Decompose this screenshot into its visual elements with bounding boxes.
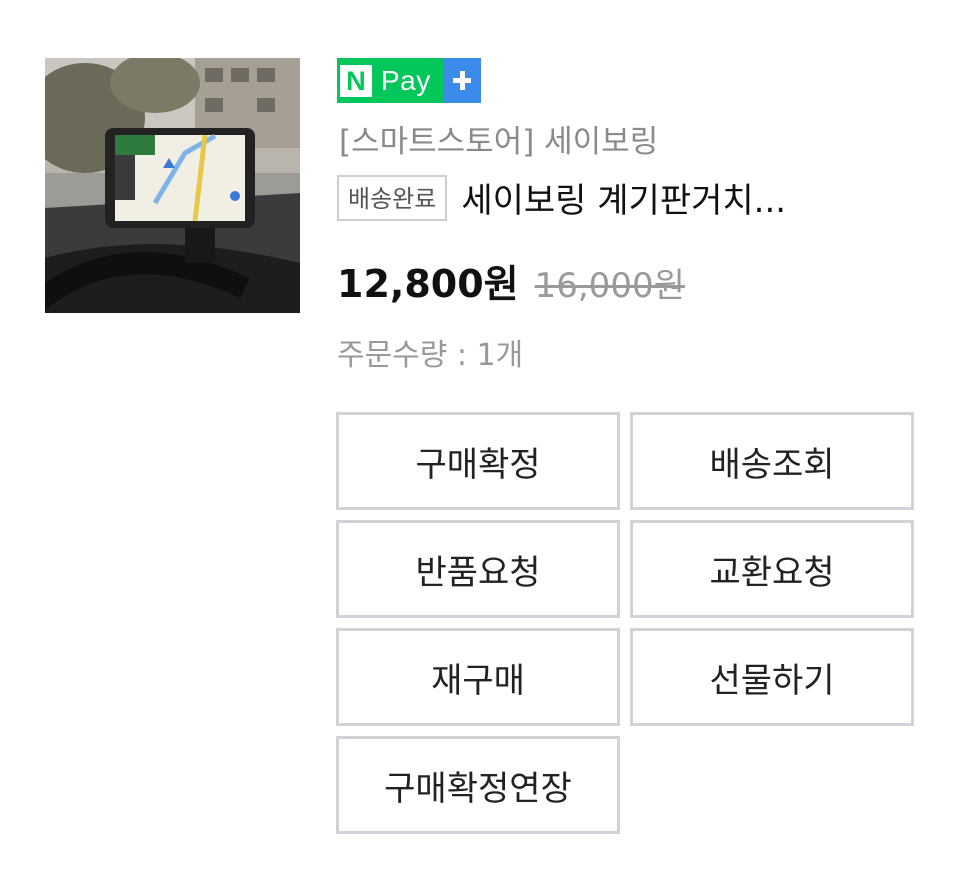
rebuy-button[interactable]: 재구매	[336, 628, 620, 726]
product-photo	[45, 58, 300, 313]
store-name[interactable]: [스마트스토어] 세이보링	[339, 116, 658, 161]
order-quantity: 주문수량 : 1개	[337, 338, 524, 373]
exchange-request-button[interactable]: 교환요청	[630, 520, 914, 618]
gift-button[interactable]: 선물하기	[630, 628, 914, 726]
plus-icon	[443, 58, 481, 103]
naver-n-logo: N	[340, 64, 372, 97]
delivery-status-badge: 배송완료	[337, 174, 448, 221]
product-title-row[interactable]: 배송완료 세이보링 계기판거치...	[337, 173, 786, 222]
confirm-purchase-button[interactable]: 구매확정	[336, 412, 620, 510]
track-delivery-button[interactable]: 배송조회	[630, 412, 914, 510]
original-price: 16,000원	[534, 266, 685, 306]
pay-label: Pay	[381, 64, 431, 96]
extend-confirmation-button[interactable]: 구매확정연장	[336, 736, 620, 834]
price-row: 12,800원 16,000원	[337, 253, 685, 308]
npay-plus-badge: N Pay	[337, 58, 481, 103]
return-request-button[interactable]: 반품요청	[336, 520, 620, 618]
product-thumbnail[interactable]	[45, 58, 300, 313]
sale-price: 12,800원	[337, 262, 519, 306]
product-name[interactable]: 세이보링 계기판거치...	[461, 173, 786, 222]
